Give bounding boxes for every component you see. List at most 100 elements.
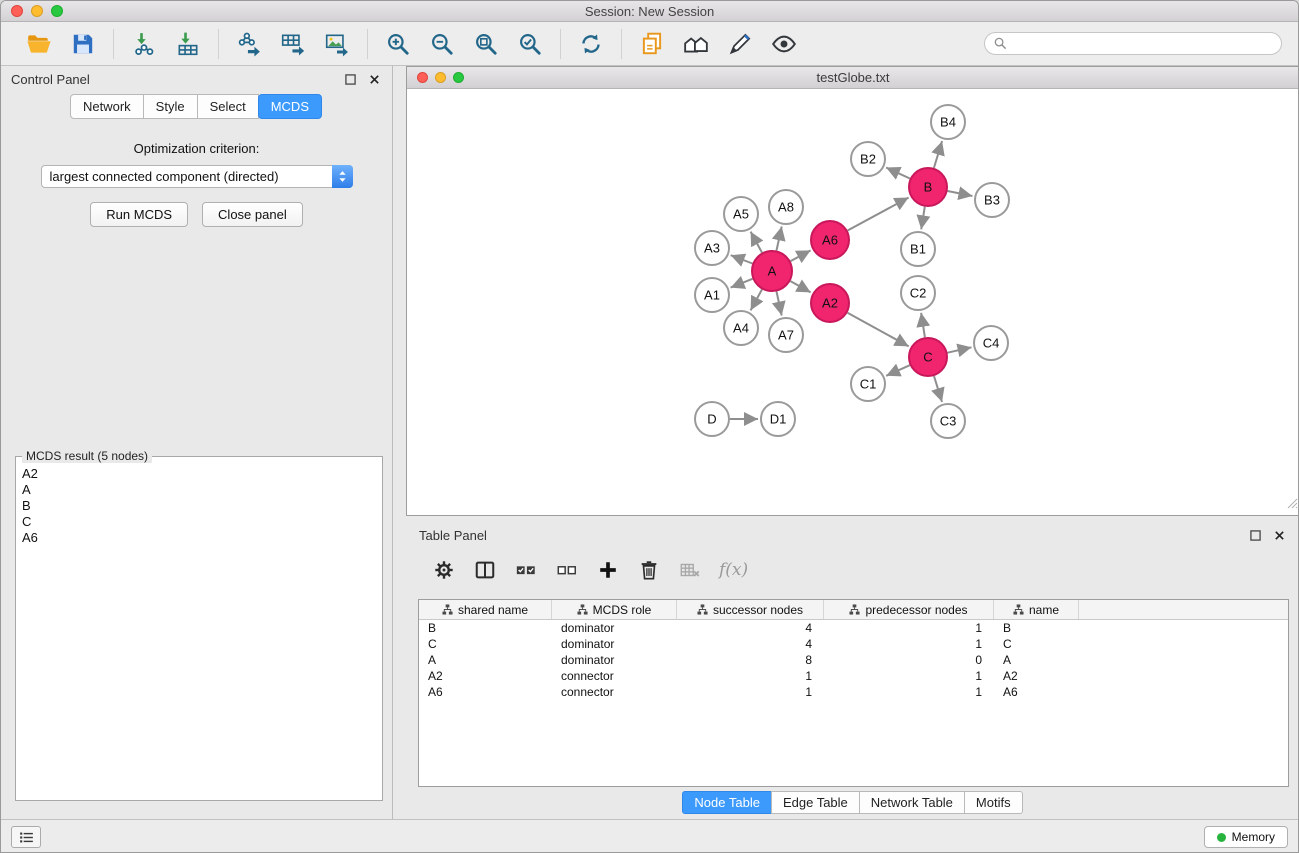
network-canvas[interactable]: B4B2BB3A5A8A6B1A3AC2A1A2A4A7C4CC1C3DD1 xyxy=(407,89,1299,515)
export-table-icon[interactable] xyxy=(279,30,307,58)
graph-edge[interactable] xyxy=(777,292,782,316)
graph-node-A7[interactable]: A7 xyxy=(769,318,803,352)
graph-edge[interactable] xyxy=(731,255,753,263)
graph-edge[interactable] xyxy=(921,313,925,337)
function-builder-icon[interactable]: f(x) xyxy=(719,560,748,580)
float-table-panel-icon[interactable] xyxy=(1247,527,1263,543)
graph-node-C1[interactable]: C1 xyxy=(851,367,885,401)
task-history-button[interactable] xyxy=(11,826,41,848)
zoom-out-icon[interactable] xyxy=(428,30,456,58)
mcds-result-item[interactable]: B xyxy=(22,498,376,514)
graph-node-C2[interactable]: C2 xyxy=(901,276,935,310)
tab-edge-table[interactable]: Edge Table xyxy=(771,791,860,814)
tab-motifs[interactable]: Motifs xyxy=(964,791,1023,814)
table-row[interactable]: Cdominator41C xyxy=(419,636,1288,652)
close-window-button[interactable] xyxy=(11,5,23,17)
graph-edge[interactable] xyxy=(948,191,973,196)
close-panel-icon[interactable] xyxy=(366,71,382,87)
graph-node-B[interactable]: B xyxy=(909,168,947,206)
graph-node-D[interactable]: D xyxy=(695,402,729,436)
zoom-in-icon[interactable] xyxy=(384,30,412,58)
table-row[interactable]: A2connector11A2 xyxy=(419,668,1288,684)
column-header-shared-name[interactable]: shared name xyxy=(419,600,552,619)
select-all-icon[interactable] xyxy=(514,558,538,582)
show-hide-icon[interactable] xyxy=(770,30,798,58)
gear-icon[interactable] xyxy=(432,558,456,582)
graph-node-D1[interactable]: D1 xyxy=(761,402,795,436)
mcds-result-item[interactable]: A6 xyxy=(22,530,376,546)
graph-edge[interactable] xyxy=(791,250,811,261)
column-header-successor-nodes[interactable]: successor nodes xyxy=(677,600,824,619)
tab-style[interactable]: Style xyxy=(143,94,198,119)
graph-edge[interactable] xyxy=(777,227,782,251)
column-header-MCDS-role[interactable]: MCDS role xyxy=(552,600,677,619)
open-folder-icon[interactable] xyxy=(25,30,53,58)
graph-node-B1[interactable]: B1 xyxy=(901,232,935,266)
graph-edge[interactable] xyxy=(934,141,942,168)
graph-node-C3[interactable]: C3 xyxy=(931,404,965,438)
graph-node-A3[interactable]: A3 xyxy=(695,231,729,265)
search-field[interactable] xyxy=(984,32,1282,55)
column-header-name[interactable]: name xyxy=(994,600,1079,619)
graph-edge[interactable] xyxy=(934,376,942,402)
copy-session-icon[interactable] xyxy=(638,30,666,58)
home-network-icon[interactable] xyxy=(682,30,710,58)
graph-node-B3[interactable]: B3 xyxy=(975,183,1009,217)
graph-node-A5[interactable]: A5 xyxy=(724,197,758,231)
graph-edge[interactable] xyxy=(751,232,762,253)
column-header-predecessor-nodes[interactable]: predecessor nodes xyxy=(824,600,994,619)
graph-node-A[interactable]: A xyxy=(752,251,792,291)
apply-style-icon[interactable] xyxy=(726,30,754,58)
memory-button[interactable]: Memory xyxy=(1204,826,1288,848)
network-graph[interactable]: B4B2BB3A5A8A6B1A3AC2A1A2A4A7C4CC1C3DD1 xyxy=(407,89,1299,515)
tab-network[interactable]: Network xyxy=(70,94,144,119)
graph-edge[interactable] xyxy=(790,281,810,292)
graph-node-A2[interactable]: A2 xyxy=(811,284,849,322)
network-maximize-button[interactable] xyxy=(453,72,464,83)
graph-node-C[interactable]: C xyxy=(909,338,947,376)
mcds-result-item[interactable]: A xyxy=(22,482,376,498)
tab-node-table[interactable]: Node Table xyxy=(682,791,772,814)
graph-node-A1[interactable]: A1 xyxy=(695,278,729,312)
close-panel-button[interactable]: Close panel xyxy=(202,202,303,227)
maximize-window-button[interactable] xyxy=(51,5,63,17)
graph-edge[interactable] xyxy=(948,347,972,352)
optimization-criterion-dropdown[interactable]: largest connected component (directed) xyxy=(41,165,353,188)
mcds-result-item[interactable]: C xyxy=(22,514,376,530)
network-close-button[interactable] xyxy=(417,72,428,83)
zoom-fit-icon[interactable] xyxy=(472,30,500,58)
close-table-panel-icon[interactable] xyxy=(1271,527,1287,543)
table-row[interactable]: Adominator80A xyxy=(419,652,1288,668)
table-row[interactable]: A6connector11A6 xyxy=(419,684,1288,700)
delete-row-icon[interactable] xyxy=(637,558,661,582)
run-mcds-button[interactable]: Run MCDS xyxy=(90,202,188,227)
graph-edge[interactable] xyxy=(731,279,753,288)
graph-node-B4[interactable]: B4 xyxy=(931,105,965,139)
tab-select[interactable]: Select xyxy=(197,94,259,119)
table-row[interactable]: Bdominator41B xyxy=(419,620,1288,636)
graph-edge[interactable] xyxy=(848,198,909,231)
zoom-selected-icon[interactable] xyxy=(516,30,544,58)
graph-edge[interactable] xyxy=(886,168,910,179)
export-image-icon[interactable] xyxy=(323,30,351,58)
export-network-icon[interactable] xyxy=(235,30,263,58)
delete-table-icon[interactable] xyxy=(678,558,702,582)
import-table-file-icon[interactable] xyxy=(174,30,202,58)
graph-edge[interactable] xyxy=(848,313,909,347)
search-input[interactable] xyxy=(1012,37,1273,51)
tab-network-table[interactable]: Network Table xyxy=(859,791,965,814)
minimize-window-button[interactable] xyxy=(31,5,43,17)
tab-mcds[interactable]: MCDS xyxy=(258,94,322,119)
graph-edge[interactable] xyxy=(751,289,762,310)
graph-node-B2[interactable]: B2 xyxy=(851,142,885,176)
save-icon[interactable] xyxy=(69,30,97,58)
float-panel-icon[interactable] xyxy=(342,71,358,87)
network-minimize-button[interactable] xyxy=(435,72,446,83)
graph-edge[interactable] xyxy=(886,365,910,376)
columns-icon[interactable] xyxy=(473,558,497,582)
add-row-icon[interactable] xyxy=(596,558,620,582)
graph-node-A6[interactable]: A6 xyxy=(811,221,849,259)
graph-node-A8[interactable]: A8 xyxy=(769,190,803,224)
import-network-file-icon[interactable] xyxy=(130,30,158,58)
graph-edge[interactable] xyxy=(921,207,925,230)
